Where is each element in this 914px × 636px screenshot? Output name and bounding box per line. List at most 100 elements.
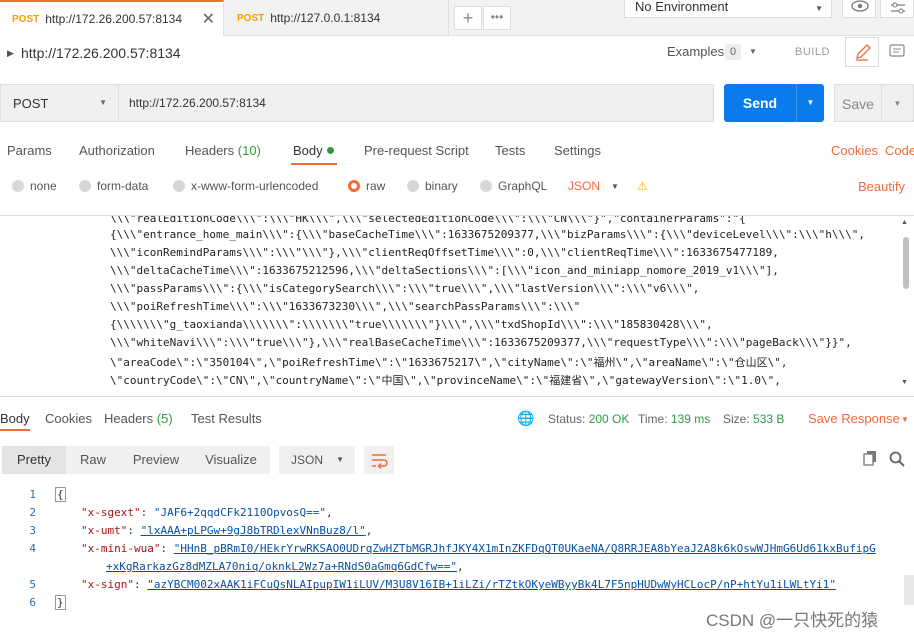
response-format-value: JSON [291,453,324,467]
time-value[interactable]: 139 ms [671,412,710,426]
environment-label: No Environment [635,0,729,14]
response-active-tab-underline [0,429,30,431]
view-preview[interactable]: Preview [120,446,192,474]
json-close-brace: } [55,595,66,610]
new-tab-plus-icon[interactable]: + [454,6,482,30]
cookies-link[interactable]: Cookies [831,143,878,158]
radio-raw[interactable] [348,180,360,192]
response-tab-body[interactable]: Body [0,411,30,426]
send-button[interactable]: Send [724,84,796,122]
json-entry-x-mini-wua-continued: +xKgRarkazGz8dMZLA70niq/oknkL2Wz7a+RNdS0… [106,560,464,573]
editor-line: \\\"poiRefreshTime\\\":\\\"1633673230\\\… [110,300,581,313]
tab-url: http://127.0.0.1:8134 [270,11,381,25]
radio-form-data[interactable] [79,180,91,192]
http-method-select[interactable]: POST ▼ [0,84,118,122]
response-format-select[interactable]: JSON ▼ [279,446,355,474]
wrap-lines-icon[interactable] [364,446,394,474]
view-visualize[interactable]: Visualize [192,446,270,474]
body-format-select[interactable]: JSON [568,179,600,193]
radio-none[interactable] [12,180,24,192]
radio-binary[interactable] [407,180,419,192]
environment-selector[interactable]: No Environment ▼ [624,0,832,18]
examples-button[interactable]: Examples [667,44,724,59]
scroll-down-arrow-icon[interactable]: ▼ [901,379,908,386]
response-tab-test-results[interactable]: Test Results [191,411,262,426]
beautify-link[interactable]: Beautify [858,179,905,194]
request-title-row: ▶ http://172.26.200.57:8134 [0,37,914,73]
tab-headers[interactable]: Headers (10) [185,143,261,158]
collapse-triangle-icon[interactable]: ▶ [7,48,14,59]
json-value: "azYBCM002xAAK1iFCuQsNLAIpupIW1iLUV/M3U8… [147,578,836,591]
request-title[interactable]: http://172.26.200.57:8134 [21,45,181,61]
copy-icon[interactable] [862,450,878,466]
json-entry-x-mini-wua: "x-mini-wua": "HHnB_pBRmI0/HEkrYrwRKSAO0… [81,542,876,555]
radio-graphql-label: GraphQL [498,179,548,193]
url-value: http://172.26.200.57:8134 [129,96,266,110]
editor-scrollbar[interactable]: ▲ ▼ [900,219,912,389]
radio-binary-label: binary [425,179,458,193]
line-number: 2 [29,506,36,519]
tab-tests[interactable]: Tests [495,143,525,158]
json-open-brace: { [55,487,66,502]
editor-line: \\\"whiteNavi\\\":\\\"true\\\"},\\\"real… [110,336,852,349]
time-label: Time: [638,412,668,426]
tab-headers-label: Headers [185,143,235,158]
examples-count-badge: 0 [725,44,741,60]
comments-icon[interactable] [880,37,914,67]
radio-urlencoded[interactable] [173,180,185,192]
code-link[interactable]: Code [885,143,914,158]
json-key: "x-mini-wua" [81,542,161,555]
watermark-text: CSDN @一只快死的猿 [706,611,879,630]
response-headers-label: Headers [104,411,154,426]
line-number: 6 [29,596,36,609]
more-tabs-icon[interactable]: ••• [483,6,511,30]
edit-pencil-icon[interactable] [845,37,879,67]
brace-match: { [55,487,66,502]
build-mode-label[interactable]: BUILD [795,46,830,58]
save-response-button[interactable]: Save Response [808,411,900,426]
request-body-editor[interactable]: \\\"realEditionCode\\\":\\\"HK\\\",\\\"s… [0,215,914,397]
editor-line: \\\"realEditionCode\\\":\\\"HK\\\",\\\"s… [110,215,746,225]
line-number: 4 [29,542,36,555]
response-scrollbar[interactable] [904,575,914,605]
line-number: 1 [29,488,36,501]
request-tab-active[interactable]: POST http://172.26.200.57:8134 ✕ [0,0,224,36]
response-tab-headers[interactable]: Headers (5) [104,411,173,426]
tab-body[interactable]: Body [293,143,323,158]
save-options-chevron-icon[interactable]: ▼ [882,84,914,122]
editor-line: \\\"deltaCacheTime\\\":1633675212596,\\\… [110,264,779,277]
view-raw[interactable]: Raw [66,446,120,474]
tab-prerequest-script[interactable]: Pre-request Script [364,143,469,158]
request-tab[interactable]: POST http://127.0.0.1:8134 [225,0,449,36]
json-key: "x-sgext" [81,506,141,519]
radio-graphql[interactable] [480,180,492,192]
size: Size: 533 B [723,412,784,426]
chevron-down-icon[interactable]: ▼ [611,182,619,191]
status-value[interactable]: 200 OK [589,412,630,426]
response-tab-cookies[interactable]: Cookies [45,411,92,426]
size-value[interactable]: 533 B [753,412,784,426]
json-key: "x-umt" [81,524,128,537]
tab-params[interactable]: Params [7,143,52,158]
chevron-down-icon[interactable]: ▼ [749,47,757,56]
manage-environments-sliders-icon[interactable] [880,0,914,18]
environment-quick-look-eye-icon[interactable] [842,0,876,18]
editor-line: {\\\"entrance_home_main\\\":{\\\"baseCac… [110,228,865,241]
scrollbar-thumb[interactable] [903,237,909,289]
close-tab-icon[interactable]: ✕ [202,9,215,29]
json-key: "x-sign" [81,578,134,591]
send-options-chevron-icon[interactable]: ▼ [796,84,824,122]
scroll-up-arrow-icon[interactable]: ▲ [901,219,908,226]
warning-icon[interactable]: ⚠ [637,179,648,193]
editor-line: \"countryCode\":\"CN\",\"countryName\":\… [110,374,781,387]
tab-authorization[interactable]: Authorization [79,143,155,158]
url-input[interactable]: http://172.26.200.57:8134 [118,84,714,122]
search-icon[interactable] [888,450,906,468]
tab-settings[interactable]: Settings [554,143,601,158]
radio-form-data-label: form-data [97,179,149,193]
save-button[interactable]: Save [834,84,882,122]
chevron-down-icon: ▼ [99,98,107,107]
view-pretty[interactable]: Pretty [2,446,66,474]
chevron-down-icon[interactable]: ▼ [901,415,909,424]
globe-icon[interactable]: 🌐 [517,410,534,427]
